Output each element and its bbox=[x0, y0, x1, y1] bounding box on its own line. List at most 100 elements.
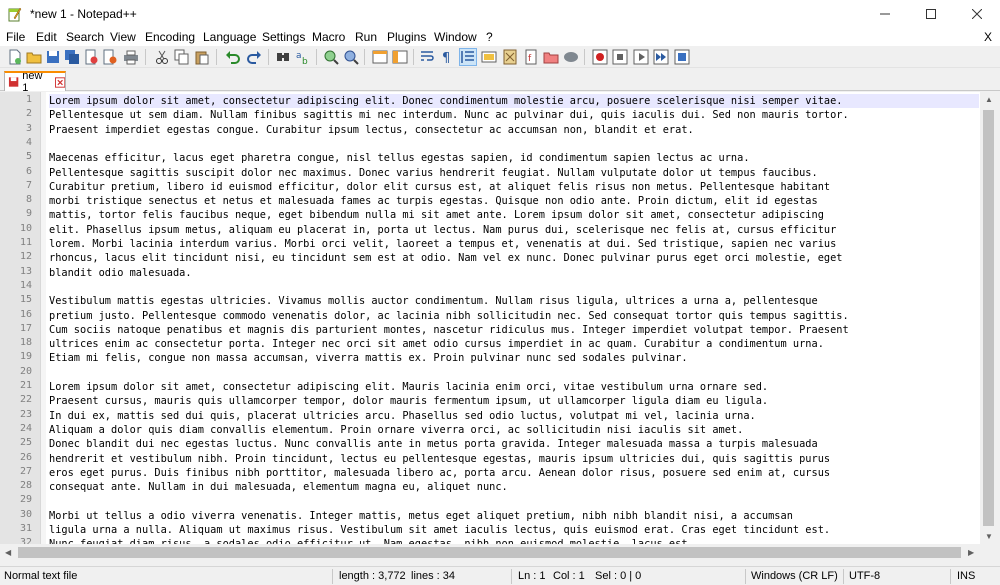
menu-language[interactable]: Language bbox=[203, 30, 256, 44]
code-line[interactable]: Pellentesque sagittis suscipit dolor nec… bbox=[49, 166, 979, 180]
text-editor[interactable]: 1 2 3 4 5 6 7 8 9 10 11 12 13 14 15 16 17 18 19 20 21 22 23 24 2… bbox=[0, 92, 980, 544]
code-line[interactable] bbox=[49, 494, 979, 508]
code-line[interactable]: Morbi ut tellus a odio viverra venenatis… bbox=[49, 509, 979, 523]
close-button[interactable] bbox=[82, 48, 100, 66]
code-line[interactable]: hendrerit et vestibulum nibh. Proin tinc… bbox=[49, 452, 979, 466]
code-line[interactable] bbox=[49, 280, 979, 294]
undo-button[interactable] bbox=[224, 48, 242, 66]
sync-horizontal-button[interactable] bbox=[391, 48, 409, 66]
replace-button[interactable]: ab bbox=[294, 48, 312, 66]
code-line[interactable]: Nunc feugiat diam risus, a sodales odio … bbox=[49, 537, 979, 544]
close-window-button[interactable] bbox=[954, 0, 1000, 28]
record-macro-button[interactable] bbox=[591, 48, 609, 66]
code-line[interactable]: Pellentesque ut sem diam. Nullam finibus… bbox=[49, 108, 979, 122]
save-macro-button[interactable] bbox=[673, 48, 691, 66]
line-number: 19 bbox=[19, 351, 32, 363]
save-button[interactable] bbox=[44, 48, 62, 66]
close-document-button[interactable]: X bbox=[984, 30, 992, 44]
redo-button[interactable] bbox=[245, 48, 263, 66]
current-code-line[interactable]: Lorem ipsum dolor sit amet, consectetur … bbox=[49, 94, 979, 108]
code-line[interactable]: blandit odio malesuada. bbox=[49, 266, 979, 280]
close-all-button[interactable] bbox=[101, 48, 119, 66]
code-line[interactable]: ligula urna a nulla. Aliquam ut maximus … bbox=[49, 523, 979, 537]
code-line[interactable]: Praesent imperdiet egestas congue. Curab… bbox=[49, 123, 979, 137]
save-all-button[interactable] bbox=[63, 48, 81, 66]
code-line[interactable]: consequat ante. Nullam in dui malesuada,… bbox=[49, 480, 979, 494]
code-line[interactable]: elit. Phasellus ipsum metus, aliquam eu … bbox=[49, 223, 979, 237]
find-button[interactable] bbox=[274, 48, 292, 66]
maximize-button[interactable] bbox=[908, 0, 954, 28]
menu-search[interactable]: Search bbox=[66, 30, 104, 44]
horizontal-scroll-thumb[interactable] bbox=[18, 547, 961, 558]
svg-text:b: b bbox=[302, 57, 308, 65]
code-line[interactable]: morbi tristique senectus et netus et mal… bbox=[49, 194, 979, 208]
scroll-left-icon[interactable]: ◀ bbox=[5, 548, 11, 557]
new-file-button[interactable] bbox=[6, 48, 24, 66]
status-length: length : 3,772 bbox=[339, 570, 406, 582]
menu-view[interactable]: View bbox=[110, 30, 136, 44]
cut-button[interactable] bbox=[153, 48, 171, 66]
code-line[interactable]: eros eget purus. Duis finibus nibh portt… bbox=[49, 466, 979, 480]
code-line[interactable]: Vestibulum mattis egestas ultricies. Viv… bbox=[49, 294, 979, 308]
zoom-in-button[interactable] bbox=[322, 48, 340, 66]
minimize-button[interactable] bbox=[862, 0, 908, 28]
line-number: 27 bbox=[19, 465, 32, 477]
line-number: 15 bbox=[19, 294, 32, 306]
line-number: 28 bbox=[19, 480, 32, 492]
code-line[interactable]: Etiam mi felis, congue non massa accumsa… bbox=[49, 351, 979, 365]
code-line[interactable]: pretium justo. Pellentesque commodo vene… bbox=[49, 309, 979, 323]
folder-workspace-button[interactable] bbox=[542, 48, 560, 66]
code-line[interactable] bbox=[49, 366, 979, 380]
menu-help[interactable]: ? bbox=[486, 30, 493, 44]
code-line[interactable]: rhoncus, lacus elit tincidunt nisi, eu t… bbox=[49, 251, 979, 265]
code-line[interactable]: Aliquam a dolor quis diam convallis elem… bbox=[49, 423, 979, 437]
tab-new-1[interactable]: new 1 bbox=[4, 70, 66, 94]
scroll-right-icon[interactable]: ▶ bbox=[968, 548, 974, 557]
menu-file[interactable]: File bbox=[6, 30, 25, 44]
menu-run[interactable]: Run bbox=[355, 30, 377, 44]
stop-record-button[interactable] bbox=[611, 48, 629, 66]
sync-vertical-button[interactable] bbox=[371, 48, 389, 66]
scroll-up-icon[interactable]: ▲ bbox=[985, 95, 993, 104]
code-line[interactable]: Lorem ipsum dolor sit amet, consectetur … bbox=[49, 380, 979, 394]
scroll-down-icon[interactable]: ▼ bbox=[985, 532, 993, 541]
code-line[interactable]: In dui ex, mattis sed dui quis, placerat… bbox=[49, 409, 979, 423]
menu-settings[interactable]: Settings bbox=[262, 30, 305, 44]
menu-edit[interactable]: Edit bbox=[36, 30, 57, 44]
monitoring-icon bbox=[564, 52, 578, 62]
code-line[interactable]: ultrices enim ac consectetur porta. Inte… bbox=[49, 337, 979, 351]
code-line[interactable]: mattis, tortor felis faucibus neque, ege… bbox=[49, 208, 979, 222]
code-line[interactable]: Maecenas efficitur, lacus eget pharetra … bbox=[49, 151, 979, 165]
vertical-scrollbar[interactable]: ▲ ▼ bbox=[980, 92, 997, 544]
code-line[interactable]: Donec blandit dui nec egestas luctus. Nu… bbox=[49, 437, 979, 451]
show-all-chars-button[interactable]: ¶ bbox=[438, 48, 456, 66]
indent-guide-button[interactable] bbox=[459, 48, 477, 66]
code-line[interactable]: Curabitur pretium, libero id euismod eff… bbox=[49, 180, 979, 194]
zoom-out-button[interactable] bbox=[342, 48, 360, 66]
function-list-button[interactable]: f bbox=[522, 48, 540, 66]
code-line[interactable]: Praesent cursus, mauris quis ullamcorper… bbox=[49, 394, 979, 408]
vertical-scroll-thumb[interactable] bbox=[983, 110, 994, 526]
menu-macro[interactable]: Macro bbox=[312, 30, 345, 44]
save-macro-icon bbox=[674, 49, 690, 65]
menu-plugins[interactable]: Plugins bbox=[387, 30, 426, 44]
code-line[interactable] bbox=[49, 137, 979, 151]
tab-close-icon[interactable] bbox=[54, 76, 65, 88]
play-macro-button[interactable] bbox=[632, 48, 650, 66]
code-line[interactable]: lorem. Morbi lacinia interdum varius. Mo… bbox=[49, 237, 979, 251]
run-macro-multiple-button[interactable] bbox=[652, 48, 670, 66]
monitoring-button[interactable] bbox=[562, 48, 580, 66]
copy-button[interactable] bbox=[173, 48, 191, 66]
open-file-button[interactable] bbox=[25, 48, 43, 66]
doc-map-button[interactable] bbox=[501, 48, 519, 66]
udl-button[interactable] bbox=[480, 48, 498, 66]
line-number: 21 bbox=[19, 380, 32, 391]
show-all-chars-icon: ¶ bbox=[442, 51, 450, 65]
menu-window[interactable]: Window bbox=[434, 30, 477, 44]
paste-button[interactable] bbox=[193, 48, 211, 66]
horizontal-scrollbar[interactable]: ◀ ▶ bbox=[0, 544, 997, 561]
code-line[interactable]: Cum sociis natoque penatibus et magnis d… bbox=[49, 323, 979, 337]
word-wrap-button[interactable] bbox=[419, 48, 437, 66]
print-button[interactable] bbox=[122, 48, 140, 66]
menu-encoding[interactable]: Encoding bbox=[145, 30, 195, 44]
